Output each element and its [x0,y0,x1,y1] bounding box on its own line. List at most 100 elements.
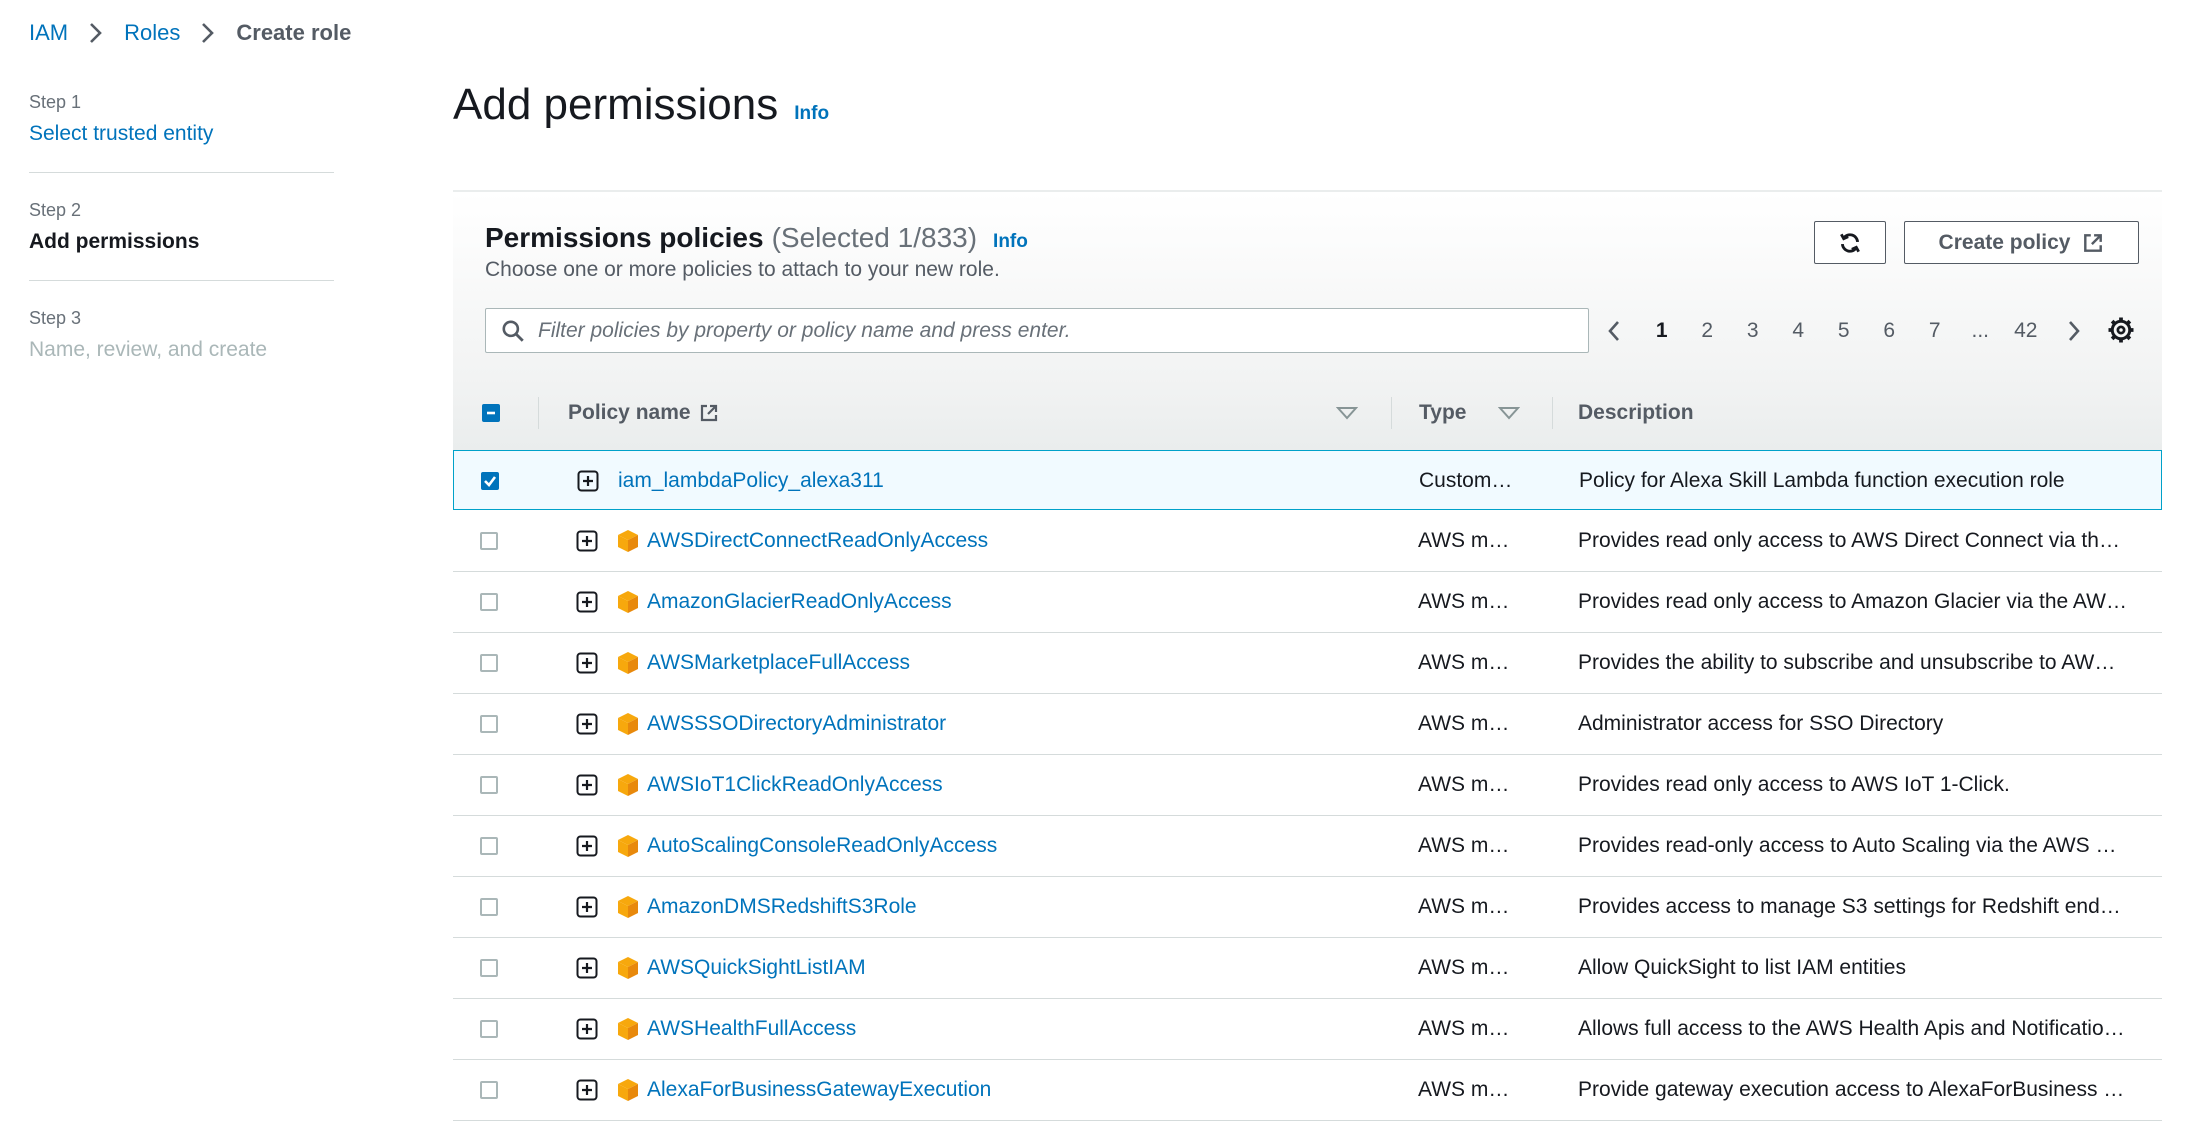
policy-name-link[interactable]: AutoScalingConsoleReadOnlyAccess [647,834,997,858]
page-2[interactable]: 2 [1685,319,1731,343]
page-7[interactable]: 7 [1912,319,1958,343]
breadcrumb-roles[interactable]: Roles [124,20,180,46]
row-checkbox[interactable] [480,654,498,672]
page-3[interactable]: 3 [1730,319,1776,343]
table-row[interactable]: AutoScalingConsoleReadOnlyAccess AWS m… Pr… [453,816,2162,877]
row-select-cell [480,511,504,571]
row-checkbox[interactable] [480,593,498,611]
refresh-icon [1837,230,1863,256]
breadcrumb-iam[interactable]: IAM [29,20,68,46]
table-row[interactable]: AWSMarketplaceFullAccess AWS m… Provides t… [453,633,2162,694]
table-row[interactable]: AlexaForBusinessGatewayExecution AWS m… Pr… [453,1060,2162,1121]
table-row[interactable]: AWSIoT1ClickReadOnlyAccess AWS m… Provides… [453,755,2162,816]
expand-icon[interactable] [576,1060,600,1120]
policy-description: Administrator access for SSO Directory [1578,712,1944,735]
expand-icon[interactable] [576,694,600,754]
panel-info-link[interactable]: Info [993,231,1028,253]
row-checkbox[interactable] [480,837,498,855]
policy-name-link[interactable]: iam_lambdaPolicy_alexa311 [618,469,884,493]
create-policy-button[interactable]: Create policy [1904,221,2139,264]
page-42[interactable]: 42 [2003,319,2049,343]
policy-name-link[interactable]: AmazonGlacierReadOnlyAccess [647,590,952,614]
aws-managed-cube-icon [617,1017,639,1041]
policy-type: AWS m… [1418,1017,1510,1040]
expand-icon[interactable] [576,755,600,815]
column-header-policy-name[interactable]: Policy name [568,377,719,449]
sort-caret-down-icon[interactable] [1336,377,1358,449]
policy-name-link[interactable]: AWSMarketplaceFullAccess [647,651,910,675]
policy-name-cell: AWSIoT1ClickReadOnlyAccess [617,755,1137,815]
table-row[interactable]: AWSHealthFullAccess AWS m… Allows full acc… [453,999,2162,1060]
policy-name-link[interactable]: AmazonDMSRedshiftS3Role [647,895,917,919]
page-5[interactable]: 5 [1821,319,1867,343]
table-row[interactable]: AmazonDMSRedshiftS3Role AWS m… Provides ac… [453,877,2162,938]
page-6[interactable]: 6 [1867,319,1913,343]
step-link-select-trusted-entity[interactable]: Select trusted entity [29,122,334,146]
policy-type: AWS m… [1418,651,1510,674]
row-checkbox[interactable] [480,532,498,550]
table-row[interactable]: AWSQuickSightListIAM AWS m… Allow QuickSig… [453,938,2162,999]
sort-caret-down-icon[interactable] [1498,377,1520,449]
policy-name-link[interactable]: AWSHealthFullAccess [647,1017,856,1041]
row-checkbox[interactable] [480,1020,498,1038]
expand-icon[interactable] [576,633,600,693]
aws-managed-cube-icon [617,956,639,980]
policy-type: AWS m… [1418,590,1510,613]
refresh-button[interactable] [1814,221,1886,264]
table-row[interactable]: AWSSSODirectoryAdministrator AWS m… Admini… [453,694,2162,755]
row-checkbox[interactable] [480,898,498,916]
chevron-right-icon[interactable] [2049,319,2099,343]
policy-name-cell: AWSHealthFullAccess [617,999,1137,1059]
table-row[interactable]: AmazonGlacierReadOnlyAccess AWS m… Provide… [453,572,2162,633]
column-divider [1391,397,1392,429]
row-checkbox[interactable] [480,776,498,794]
policy-type: AWS m… [1418,1078,1510,1101]
chevron-left-icon[interactable] [1589,319,1639,343]
expand-icon[interactable] [576,877,600,937]
aws-managed-cube-icon [617,1078,639,1102]
policy-name-link[interactable]: AWSDirectConnectReadOnlyAccess [647,529,988,553]
policy-name-link[interactable]: AWSSSODirectoryAdministrator [647,712,946,736]
table-row[interactable]: AWSDirectConnectReadOnlyAccess AWS m… Prov… [453,511,2162,572]
row-checkbox[interactable] [480,715,498,733]
policy-name-link[interactable]: AWSQuickSightListIAM [647,956,866,980]
policy-name-link[interactable]: AlexaForBusinessGatewayExecution [647,1078,991,1102]
expand-icon[interactable] [576,572,600,632]
row-checkbox[interactable] [480,959,498,977]
panel-title-text: Permissions policies [485,222,764,253]
policy-type: AWS m… [1418,529,1510,552]
table-row[interactable]: iam_lambdaPolicy_alexa311 Custom… Policy f… [453,450,2162,510]
select-all-checkbox[interactable] [482,404,500,422]
page-1[interactable]: 1 [1639,319,1685,343]
panel-title: Permissions policies (Selected 1/833) In… [485,222,1028,254]
policy-type: AWS m… [1418,895,1510,918]
policy-description: Provides read-only access to Auto Scalin… [1578,834,2117,857]
pagination: 1 2 3 4 5 6 7 ... 42 [1589,308,2099,353]
expand-icon[interactable] [576,999,600,1059]
row-checkbox[interactable] [480,1081,498,1099]
page-4[interactable]: 4 [1776,319,1822,343]
page-title: Add permissions Info [453,80,829,130]
wizard-step-2: Step 2 Add permissions [29,200,334,254]
wizard-step-3: Step 3 Name, review, and create [29,308,334,362]
expand-icon[interactable] [576,816,600,876]
aws-managed-cube-icon [617,773,639,797]
panel-description: Choose one or more policies to attach to… [485,258,1000,281]
search-input[interactable] [536,317,1588,344]
row-select-cell [480,938,504,998]
create-policy-label: Create policy [1938,230,2071,254]
column-header-type[interactable]: Type [1419,377,1466,449]
policy-name-cell: AWSQuickSightListIAM [617,938,1137,998]
row-select-cell [480,755,504,815]
row-checkbox[interactable] [481,472,499,490]
page-info-link[interactable]: Info [794,103,829,125]
gear-icon[interactable] [2106,315,2138,347]
policy-name-cell: AutoScalingConsoleReadOnlyAccess [617,816,1137,876]
expand-icon[interactable] [577,451,601,511]
policy-name-link[interactable]: AWSIoT1ClickReadOnlyAccess [647,773,943,797]
row-select-cell [480,694,504,754]
expand-icon[interactable] [576,938,600,998]
aws-managed-cube-icon [617,712,639,736]
policy-description: Allow QuickSight to list IAM entities [1578,956,1906,979]
expand-icon[interactable] [576,511,600,571]
